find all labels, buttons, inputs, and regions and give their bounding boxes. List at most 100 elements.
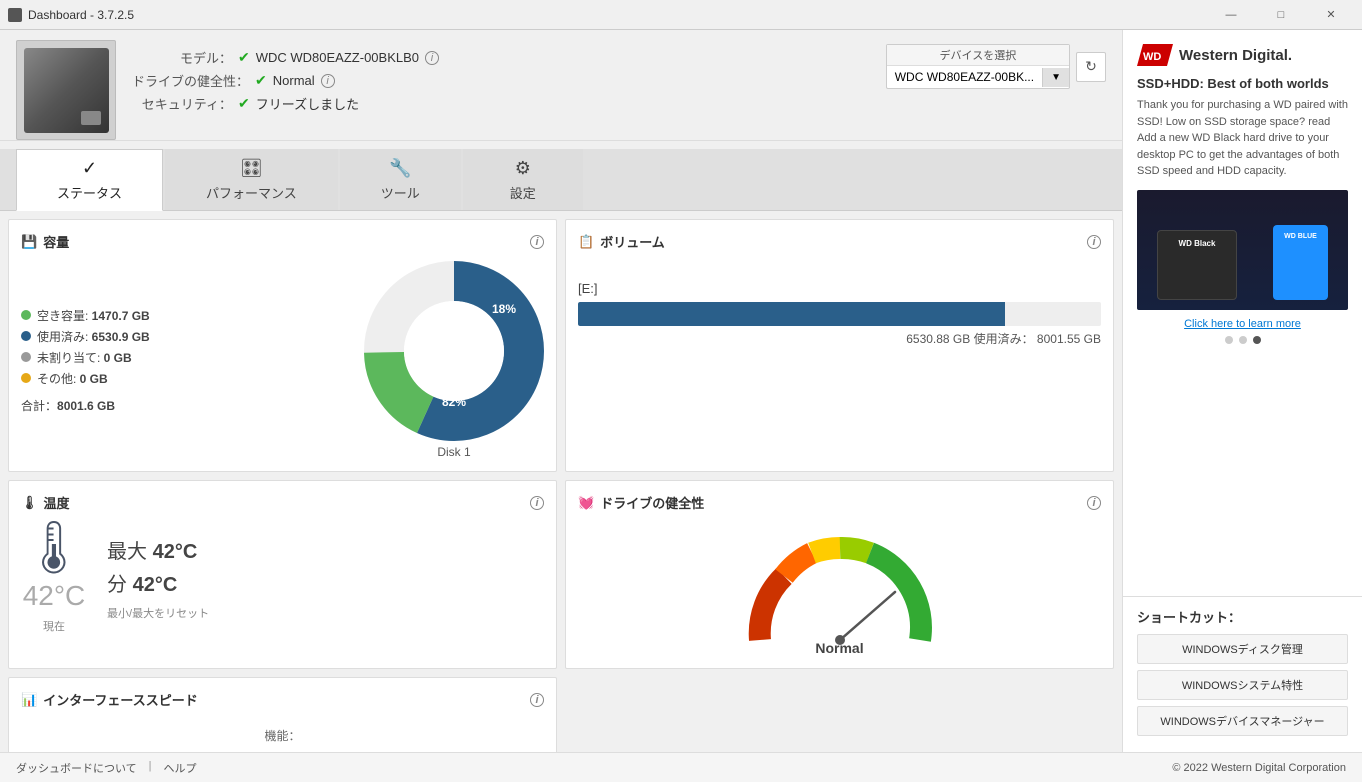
- device-selector-inner: WDC WD80EAZZ-00BK... ▼: [887, 66, 1069, 88]
- sidebar-ad: WD Western Digital. SSD+HDD: Best of bot…: [1123, 30, 1362, 596]
- interface-content: 機能： 一般情報3 (6.0 Gb/s) 接続： 一般情報2 (3.0 Gb/s…: [21, 719, 544, 752]
- titlebar-left: Dashboard - 3.7.2.5: [8, 8, 134, 22]
- temperature-content: 🌡 42°C 現在 最大 42°C 分 42°C: [21, 522, 544, 634]
- header: モデル： ✔ WDC WD80EAZZ-00BKLB0 i ドライブの健全性： …: [0, 30, 1122, 141]
- health-gauge-svg: [740, 530, 940, 650]
- thermometer-icon: 🌡: [21, 522, 87, 574]
- hdd-product-image: [1157, 230, 1237, 300]
- interface-title: 📊 インターフェーススピード i: [21, 690, 544, 709]
- legend-unallocated-dot: [21, 352, 31, 362]
- legend-used-label: 使用済み: 6530.9 GB: [37, 328, 150, 345]
- donut-chart: 82% 18%: [364, 261, 544, 441]
- ssd-product-image: [1273, 225, 1328, 300]
- main-content: モデル： ✔ WDC WD80EAZZ-00BKLB0 i ドライブの健全性： …: [0, 30, 1122, 752]
- footer-about-link[interactable]: ダッシュボードについて: [16, 760, 137, 776]
- ad-learn-more-link[interactable]: Click here to learn more: [1137, 318, 1348, 330]
- titlebar: Dashboard - 3.7.2.5 — □ ✕: [0, 0, 1362, 30]
- legend-other-dot: [21, 373, 31, 383]
- legend-unallocated-label: 未割り当て: 0 GB: [37, 349, 132, 366]
- volume-panel: 📋 ボリューム i [E:] 6530.88 GB 使用済み： 8001.55 …: [565, 219, 1114, 472]
- tab-tools-label: ツール: [381, 183, 420, 202]
- capacity-help-icon[interactable]: i: [530, 235, 544, 249]
- ad-image: [1137, 190, 1348, 310]
- close-button[interactable]: ✕: [1308, 0, 1354, 30]
- device-selector-label: デバイスを選択: [887, 45, 1069, 66]
- svg-text:82%: 82%: [442, 395, 466, 409]
- legend-used: 使用済み: 6530.9 GB: [21, 328, 348, 345]
- disk-label: Disk 1: [437, 445, 470, 459]
- maximize-button[interactable]: □: [1258, 0, 1304, 30]
- interface-function-label: 機能：: [21, 727, 544, 744]
- app-icon: [8, 8, 22, 22]
- health-value: Normal: [273, 73, 315, 88]
- volume-drive-letter: [E:]: [578, 281, 1101, 296]
- window-controls: — □ ✕: [1208, 0, 1354, 30]
- svg-text:18%: 18%: [492, 302, 516, 316]
- tab-performance-label: パフォーマンス: [206, 183, 297, 202]
- legend-free-label: 空き容量: 1470.7 GB: [37, 307, 150, 324]
- device-dropdown-arrow[interactable]: ▼: [1042, 68, 1069, 87]
- health-status-icon: ✔: [255, 72, 267, 89]
- capacity-panel: 💾 容量 i 空き容量: 1470.7 GB 使用済み:: [8, 219, 557, 472]
- sidebar: WD Western Digital. SSD+HDD: Best of bot…: [1122, 30, 1362, 752]
- legend-free-dot: [21, 310, 31, 320]
- security-status-icon: ✔: [238, 95, 250, 112]
- interface-panel: 📊 インターフェーススピード i 機能： 一般情報3 (6.0 Gb/s) 接続…: [8, 677, 557, 752]
- shortcut-system-properties[interactable]: WINDOWSシステム特性: [1137, 670, 1348, 700]
- device-selector-box[interactable]: デバイスを選択 WDC WD80EAZZ-00BK... ▼: [886, 44, 1070, 89]
- interface-help-icon[interactable]: i: [530, 693, 544, 707]
- health-panel: 💓 ドライブの健全性 i: [565, 480, 1114, 669]
- model-help-icon[interactable]: i: [425, 51, 439, 65]
- temp-current-value: 42°C: [23, 580, 86, 612]
- temperature-stats: 最大 42°C 分 42°C 最小/最大をリセット: [107, 535, 544, 621]
- wd-logo-svg: WD: [1137, 44, 1173, 66]
- volume-content: [E:] 6530.88 GB 使用済み： 8001.55 GB: [578, 281, 1101, 347]
- tab-settings-icon: ⚙: [515, 158, 531, 179]
- ad-dot-2[interactable]: [1239, 336, 1247, 344]
- health-help-icon[interactable]: i: [1087, 496, 1101, 510]
- shortcut-disk-management[interactable]: WINDOWSディスク管理: [1137, 634, 1348, 664]
- temp-max-label: 最大: [107, 541, 147, 563]
- health-help-icon[interactable]: i: [321, 74, 335, 88]
- health-label: ドライブの健全性：: [132, 71, 249, 90]
- interface-function-value: 一般情報3 (6.0 Gb/s): [21, 748, 544, 752]
- footer-help-link[interactable]: ヘルプ: [164, 760, 197, 776]
- ad-carousel-dots: [1137, 336, 1348, 344]
- footer-links: ダッシュボードについて | ヘルプ: [16, 760, 197, 776]
- volume-info: 6530.88 GB 使用済み： 8001.55 GB: [578, 330, 1101, 347]
- device-selected-value: WDC WD80EAZZ-00BK...: [887, 66, 1042, 88]
- volume-title: 📋 ボリューム i: [578, 232, 1101, 251]
- footer-copyright: © 2022 Western Digital Corporation: [1172, 762, 1346, 774]
- ad-dot-1[interactable]: [1225, 336, 1233, 344]
- security-value: フリーズしました: [256, 94, 359, 113]
- minimize-button[interactable]: —: [1208, 0, 1254, 30]
- svg-text:WD: WD: [1143, 51, 1161, 63]
- interface-function: 機能： 一般情報3 (6.0 Gb/s): [21, 727, 544, 752]
- temperature-help-icon[interactable]: i: [530, 496, 544, 510]
- tab-performance[interactable]: 🎛 パフォーマンス: [165, 149, 338, 210]
- model-row: モデル： ✔ WDC WD80EAZZ-00BKLB0 i: [132, 48, 870, 67]
- tab-performance-icon: 🎛: [240, 158, 263, 179]
- drive-thumbnail: [24, 48, 109, 133]
- tab-status[interactable]: ✓ ステータス: [16, 149, 163, 211]
- tab-tools[interactable]: 🔧 ツール: [340, 149, 461, 210]
- tab-settings[interactable]: ⚙ 設定: [463, 149, 583, 210]
- volume-help-icon[interactable]: i: [1087, 235, 1101, 249]
- footer: ダッシュボードについて | ヘルプ © 2022 Western Digital…: [0, 752, 1362, 782]
- ad-dot-3[interactable]: [1253, 336, 1261, 344]
- capacity-icon: 💾: [21, 234, 37, 250]
- health-status-label: Normal: [815, 640, 863, 656]
- health-title: 💓 ドライブの健全性 i: [578, 493, 1101, 512]
- tab-settings-label: 設定: [510, 183, 536, 202]
- model-value: WDC WD80EAZZ-00BKLB0: [256, 50, 419, 65]
- shortcut-device-manager[interactable]: WINDOWSデバイスマネージャー: [1137, 706, 1348, 736]
- drive-image: [16, 40, 116, 140]
- device-selector: デバイスを選択 WDC WD80EAZZ-00BK... ▼ ↻: [886, 40, 1106, 89]
- wd-logo: WD Western Digital.: [1137, 44, 1348, 66]
- temp-current-label: 現在: [43, 618, 65, 634]
- tab-tools-icon: 🔧: [389, 158, 411, 179]
- temp-max-value: 42°C: [153, 541, 198, 563]
- refresh-button[interactable]: ↻: [1076, 52, 1106, 82]
- temp-min-label: 分: [107, 574, 127, 596]
- temp-reset-label: 最小/最大をリセット: [107, 605, 544, 621]
